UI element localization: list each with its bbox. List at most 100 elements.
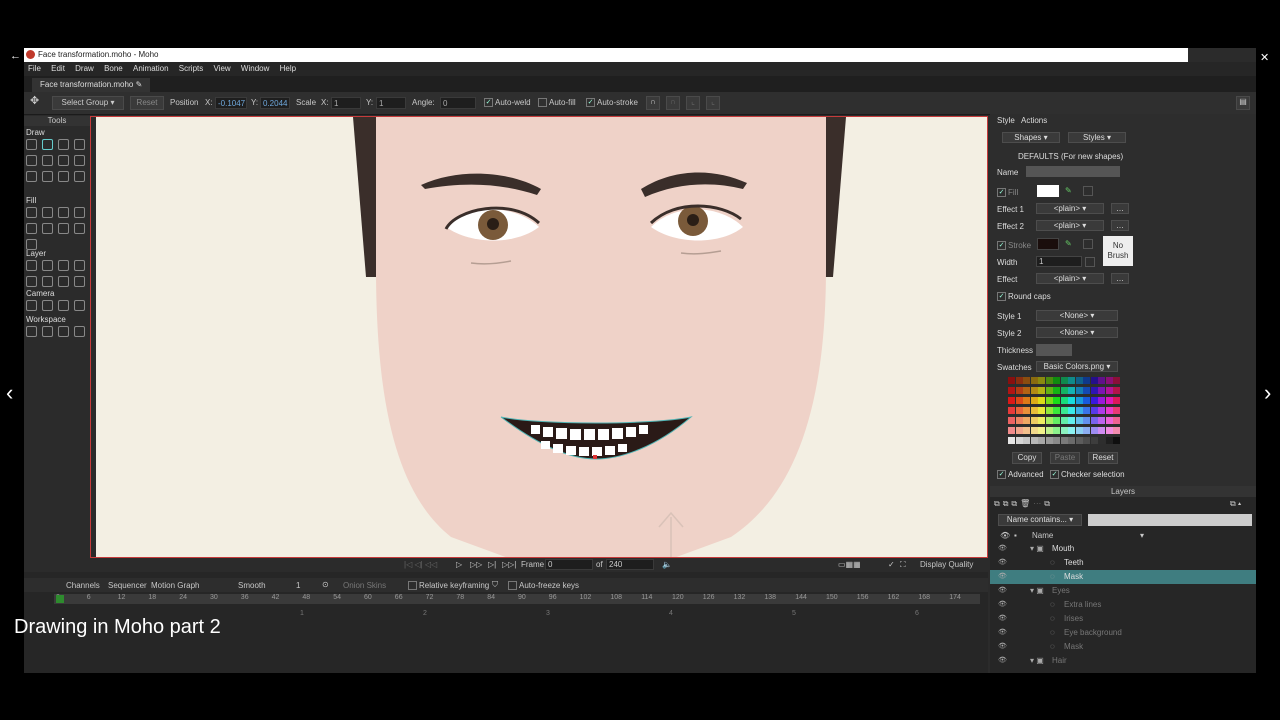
palette-swatch[interactable] <box>1060 417 1068 424</box>
palette-swatch[interactable] <box>1023 407 1030 414</box>
hand-icon[interactable] <box>26 326 37 337</box>
palette-swatch[interactable] <box>1030 387 1038 394</box>
step-forward-icon[interactable]: ▷▷ <box>470 560 482 569</box>
palette-swatch[interactable] <box>1038 397 1045 404</box>
tab-style[interactable]: Style <box>997 116 1015 125</box>
layer-row[interactable]: 👁 ◌ Teeth <box>990 556 1256 570</box>
rotate-workspace-icon[interactable] <box>58 326 69 337</box>
position-x-field[interactable]: -0.1047 <box>215 97 247 109</box>
palette-swatch[interactable] <box>1008 377 1015 384</box>
layer-row[interactable]: 👁 ▾ ▣ Hair <box>990 654 1256 668</box>
perspective-tool-icon[interactable] <box>74 171 85 182</box>
roll-camera-icon[interactable] <box>58 300 69 311</box>
color-palette[interactable] <box>1008 377 1122 447</box>
name-input[interactable] <box>1026 166 1120 177</box>
palette-swatch[interactable] <box>1023 377 1030 384</box>
fill-color-swatch[interactable] <box>1037 185 1059 197</box>
select-shape-tool-icon[interactable] <box>26 207 37 218</box>
palette-swatch[interactable] <box>1105 407 1113 414</box>
onion-skin-icon[interactable]: ⊙ <box>322 580 329 589</box>
tab-actions[interactable]: Actions <box>1021 116 1047 125</box>
layer-panel-options-icon[interactable]: ⧉ ▴ <box>1230 499 1241 509</box>
palette-swatch[interactable] <box>1083 407 1090 414</box>
curvature-tool-icon[interactable] <box>74 139 85 150</box>
paste-button[interactable]: Paste <box>1050 452 1080 464</box>
palette-swatch[interactable] <box>1008 417 1015 424</box>
interpolation-count[interactable]: 1 <box>296 581 300 590</box>
switch-layer-tool-icon[interactable] <box>42 276 53 287</box>
delete-fill-tool-icon[interactable] <box>74 207 85 218</box>
transform-points-tool-icon[interactable] <box>42 139 53 150</box>
palette-swatch[interactable] <box>1083 417 1090 424</box>
palette-swatch[interactable] <box>1038 417 1045 424</box>
visibility-icon[interactable]: 👁 <box>998 598 1007 612</box>
go-to-end-icon[interactable]: ▷▷| <box>502 560 516 569</box>
layer-toolbar-icons[interactable]: ⧉⧉⧉🗑⋯⧉ <box>994 499 1053 509</box>
stroke-exposure-tool-icon[interactable] <box>58 223 69 234</box>
palette-swatch[interactable] <box>1030 397 1038 404</box>
palette-swatch[interactable] <box>1075 387 1083 394</box>
hide-edge-tool-icon[interactable] <box>42 223 53 234</box>
palette-swatch[interactable] <box>1075 427 1083 434</box>
palette-swatch[interactable] <box>1098 397 1105 404</box>
palette-swatch[interactable] <box>1015 437 1023 444</box>
frame-field[interactable]: 0 <box>545 559 593 570</box>
palette-swatch[interactable] <box>1008 407 1015 414</box>
palette-swatch[interactable] <box>1075 377 1083 384</box>
sort-chevron-down-icon[interactable]: ▾ <box>1140 531 1144 540</box>
palette-swatch[interactable] <box>1060 437 1068 444</box>
palette-swatch[interactable] <box>1068 417 1075 424</box>
palette-swatch[interactable] <box>1113 417 1120 424</box>
palette-swatch[interactable] <box>1068 397 1075 404</box>
palette-swatch[interactable] <box>1008 427 1015 434</box>
menu-window[interactable]: Window <box>241 62 269 76</box>
curve-profile-tool-icon[interactable] <box>58 171 69 182</box>
menu-bone[interactable]: Bone <box>104 62 123 76</box>
stroke-option-icon[interactable] <box>1083 239 1093 249</box>
palette-swatch[interactable] <box>1053 377 1060 384</box>
peak-tool-icon[interactable]: ∩ <box>666 96 680 110</box>
palette-swatch[interactable] <box>1045 427 1053 434</box>
palette-swatch[interactable] <box>1113 397 1120 404</box>
palette-swatch[interactable] <box>1060 387 1068 394</box>
fill-checkbox[interactable]: ✓ Fill <box>997 188 1018 198</box>
palette-swatch[interactable] <box>1098 417 1105 424</box>
palette-swatch[interactable] <box>1015 417 1023 424</box>
scale-layer-tool-icon[interactable] <box>58 260 69 271</box>
visibility-icon[interactable]: 👁 <box>998 626 1007 640</box>
frame-view-icon[interactable]: ⛶ <box>900 560 906 570</box>
palette-swatch[interactable] <box>1060 407 1068 414</box>
visibility-icon[interactable]: 👁 <box>998 542 1007 556</box>
palette-swatch[interactable] <box>1090 417 1098 424</box>
magnet-tool-icon[interactable] <box>42 171 53 182</box>
advanced-checkbox[interactable]: ✓ Advanced <box>997 470 1044 480</box>
palette-swatch[interactable] <box>1113 407 1120 414</box>
create-shape-tool-icon[interactable] <box>42 207 53 218</box>
palette-swatch[interactable] <box>1090 407 1098 414</box>
effect-dropdown[interactable]: <plain> ▾ <box>1036 273 1104 284</box>
palette-swatch[interactable] <box>1015 377 1023 384</box>
zoom-camera-icon[interactable] <box>42 300 53 311</box>
scale-y-field[interactable]: 1 <box>376 97 406 109</box>
relative-keyframing-checkbox[interactable]: Relative keyframing <box>408 581 489 591</box>
layer-row[interactable]: 👁 ◌ Irises <box>990 612 1256 626</box>
round-caps-checkbox[interactable]: ✓ Round caps <box>997 292 1051 302</box>
name-filter-dropdown[interactable]: Name contains... ▾ <box>998 514 1082 526</box>
view-layout-icon[interactable]: ▭▦▦ <box>838 560 861 569</box>
bezier-handle-icon[interactable]: ∩ <box>646 96 660 110</box>
palette-swatch[interactable] <box>1023 437 1030 444</box>
palette-swatch[interactable] <box>1090 397 1098 404</box>
palette-swatch[interactable] <box>1090 377 1098 384</box>
menu-draw[interactable]: Draw <box>75 62 94 76</box>
layer-row[interactable]: 👁 ▾ ▣ Mouth <box>990 542 1256 556</box>
rotate-layer-tool-icon[interactable] <box>74 260 85 271</box>
palette-swatch[interactable] <box>1023 397 1030 404</box>
translate-layer-tool-icon[interactable] <box>42 260 53 271</box>
playhead[interactable] <box>56 595 64 603</box>
palette-swatch[interactable] <box>1045 377 1053 384</box>
book-icon[interactable]: ▤ <box>1236 96 1250 110</box>
freehand-tool-icon[interactable] <box>26 155 37 166</box>
interpolation-dropdown[interactable]: Smooth <box>238 581 266 590</box>
effect-more-button[interactable]: … <box>1111 273 1129 284</box>
palette-swatch[interactable] <box>1015 427 1023 434</box>
